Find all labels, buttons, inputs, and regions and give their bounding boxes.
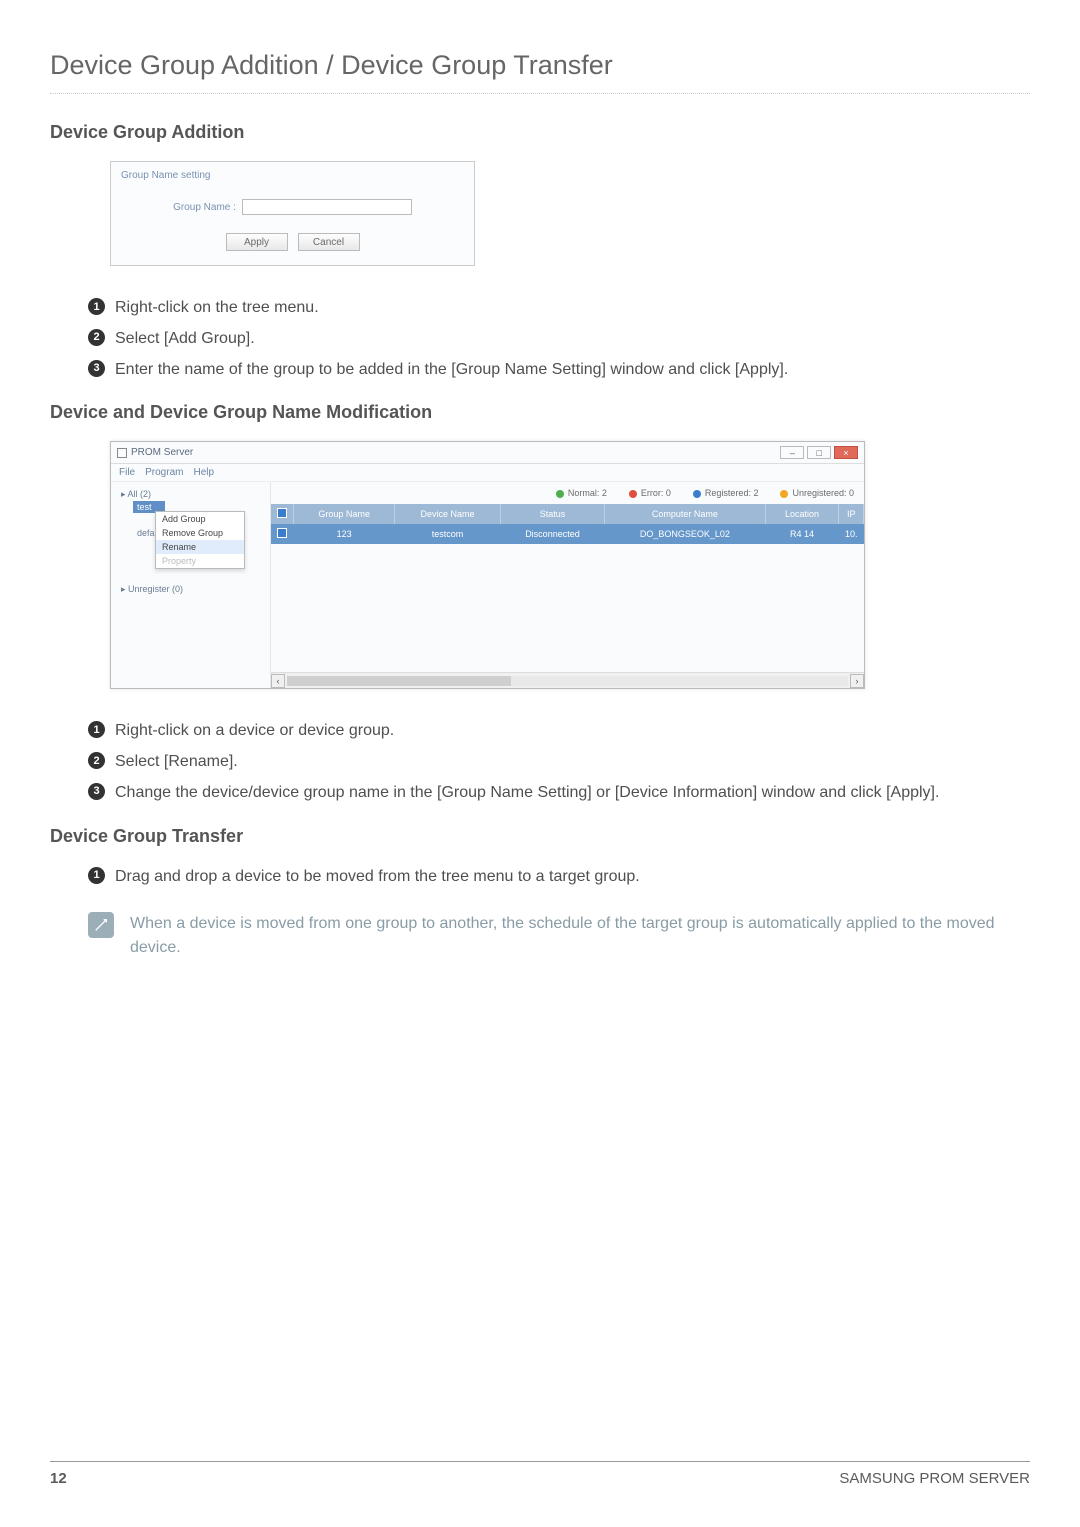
scroll-thumb[interactable] xyxy=(287,676,511,686)
status-unregistered: Unregistered: 0 xyxy=(780,488,854,498)
cell-ip: 10. xyxy=(839,524,864,544)
scroll-track[interactable] xyxy=(287,676,848,686)
cell-group: 123 xyxy=(294,524,395,544)
step-number-icon: 1 xyxy=(88,298,105,315)
status-error: Error: 0 xyxy=(629,488,671,498)
step-number-icon: 2 xyxy=(88,752,105,769)
table-row[interactable]: 123 testcom Disconnected DO_BONGSEOK_L02… xyxy=(271,524,864,544)
addition-steps: 1 Right-click on the tree menu. 2 Select… xyxy=(88,296,1030,382)
prom-server-window: PROM Server – □ × File Program Help ▸ Al… xyxy=(110,441,865,689)
menu-help[interactable]: Help xyxy=(193,467,214,478)
modify-steps: 1 Right-click on a device or device grou… xyxy=(88,719,1030,805)
horizontal-scrollbar[interactable]: ‹ › xyxy=(271,672,864,688)
col-group-name[interactable]: Group Name xyxy=(294,504,395,524)
cell-status: Disconnected xyxy=(500,524,605,544)
col-location[interactable]: Location xyxy=(765,504,839,524)
status-registered: Registered: 2 xyxy=(693,488,759,498)
status-normal: Normal: 2 xyxy=(556,488,607,498)
step-text: Select [Add Group]. xyxy=(115,327,255,352)
step-text: Change the device/device group name in t… xyxy=(115,781,939,806)
checkbox-icon[interactable] xyxy=(277,508,287,518)
ctx-add-group[interactable]: Add Group xyxy=(156,512,244,526)
step-text: Enter the name of the group to be added … xyxy=(115,358,788,383)
section-addition-heading: Device Group Addition xyxy=(50,122,1030,143)
footer-brand: SAMSUNG PROM SERVER xyxy=(839,1470,1030,1487)
note-text: When a device is moved from one group to… xyxy=(130,912,1030,962)
step-text: Select [Rename]. xyxy=(115,750,238,775)
step-number-icon: 3 xyxy=(88,783,105,800)
step-number-icon: 2 xyxy=(88,329,105,346)
cell-device: testcom xyxy=(395,524,500,544)
cancel-button[interactable]: Cancel xyxy=(298,233,360,251)
section-modify-heading: Device and Device Group Name Modificatio… xyxy=(50,402,1030,423)
menu-program[interactable]: Program xyxy=(145,467,183,478)
device-table: Group Name Device Name Status Computer N… xyxy=(271,504,864,544)
window-title: PROM Server xyxy=(117,447,193,458)
cell-location: R4 14 xyxy=(765,524,839,544)
step-text: Right-click on the tree menu. xyxy=(115,296,319,321)
cell-computer: DO_BONGSEOK_L02 xyxy=(605,524,765,544)
col-ip[interactable]: IP xyxy=(839,504,864,524)
divider xyxy=(50,93,1030,94)
close-button[interactable]: × xyxy=(834,446,858,459)
step-number-icon: 3 xyxy=(88,360,105,377)
apply-button[interactable]: Apply xyxy=(226,233,288,251)
tree-unregister[interactable]: ▸ Unregister (0) xyxy=(117,583,264,596)
window-controls: – □ × xyxy=(780,446,858,459)
col-device-name[interactable]: Device Name xyxy=(395,504,500,524)
scroll-right-button[interactable]: › xyxy=(850,674,864,688)
note-icon xyxy=(88,912,114,938)
status-strip: Normal: 2 Error: 0 Registered: 2 Unregis… xyxy=(271,482,864,504)
col-checkbox[interactable] xyxy=(271,504,294,524)
maximize-button[interactable]: □ xyxy=(807,446,831,459)
row-checkbox[interactable] xyxy=(277,528,287,538)
group-name-label: Group Name : xyxy=(173,202,236,213)
step-text: Right-click on a device or device group. xyxy=(115,719,394,744)
transfer-steps: 1 Drag and drop a device to be moved fro… xyxy=(88,865,1030,890)
group-name-input[interactable] xyxy=(242,199,412,215)
minimize-button[interactable]: – xyxy=(780,446,804,459)
section-transfer-heading: Device Group Transfer xyxy=(50,826,1030,847)
scroll-left-button[interactable]: ‹ xyxy=(271,674,285,688)
menu-bar: File Program Help xyxy=(111,464,864,482)
dialog-title: Group Name setting xyxy=(121,170,464,181)
tree-root[interactable]: ▸ All (2) xyxy=(117,488,264,501)
step-text: Drag and drop a device to be moved from … xyxy=(115,865,640,890)
main-pane: Normal: 2 Error: 0 Registered: 2 Unregis… xyxy=(271,482,864,688)
menu-file[interactable]: File xyxy=(119,467,135,478)
step-number-icon: 1 xyxy=(88,867,105,884)
col-computer-name[interactable]: Computer Name xyxy=(605,504,765,524)
note: When a device is moved from one group to… xyxy=(88,912,1030,962)
step-number-icon: 1 xyxy=(88,721,105,738)
page-title: Device Group Addition / Device Group Tra… xyxy=(50,50,1030,81)
page-footer: 12 SAMSUNG PROM SERVER xyxy=(50,1461,1030,1487)
col-status[interactable]: Status xyxy=(500,504,605,524)
page-number: 12 xyxy=(50,1470,67,1487)
tree-sidebar: ▸ All (2) test Add Group Remove Group Re… xyxy=(111,482,271,688)
group-name-setting-dialog: Group Name setting Group Name : Apply Ca… xyxy=(110,161,475,266)
